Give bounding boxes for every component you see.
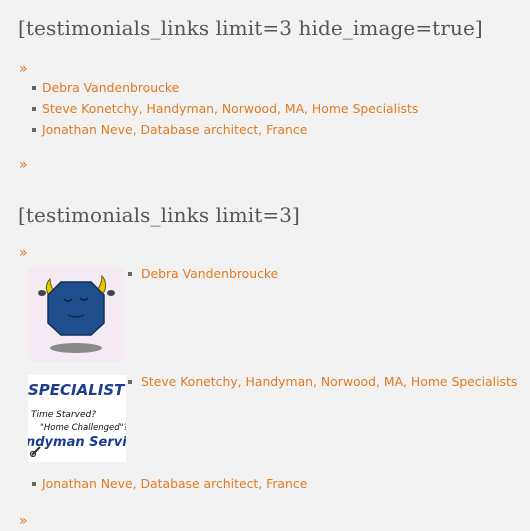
section-heading: [testimonials_links limit=3 hide_image=t… — [18, 16, 483, 40]
list-item: Debra Vandenbroucke — [32, 77, 418, 98]
testimonial-link[interactable]: Jonathan Neve, Database architect, Franc… — [42, 122, 307, 137]
logo-text-line2: Time Starved? — [31, 410, 96, 420]
testimonial-link[interactable]: Jonathan Neve, Database architect, Franc… — [42, 476, 307, 491]
bullet-icon — [32, 128, 36, 132]
cartoon-monster-icon — [28, 267, 124, 362]
more-link-top[interactable]: » — [19, 246, 28, 260]
bullet-icon — [32, 482, 36, 486]
more-link-bottom[interactable]: » — [19, 158, 28, 172]
bullet-icon — [128, 272, 132, 276]
list-item: Steve Konetchy, Handyman, Norwood, MA, H… — [128, 375, 517, 389]
list-item: Steve Konetchy, Handyman, Norwood, MA, H… — [32, 98, 418, 119]
testimonial-thumbnail[interactable] — [28, 267, 124, 362]
testimonial-link[interactable]: Steve Konetchy, Handyman, Norwood, MA, H… — [141, 374, 517, 389]
section-heading: [testimonials_links limit=3] — [18, 203, 300, 227]
more-link-top[interactable]: » — [19, 62, 28, 76]
more-link-bottom[interactable]: » — [19, 514, 28, 528]
logo-text-line3: "Home Challenged"? — [40, 423, 126, 433]
testimonial-link[interactable]: Steve Konetchy, Handyman, Norwood, MA, H… — [42, 101, 418, 116]
testimonial-link[interactable]: Debra Vandenbroucke — [141, 266, 278, 281]
logo-text-line1: SPECIALIST — [28, 381, 126, 399]
testimonial-thumbnail[interactable]: SPECIALIST Time Starved? "Home Challenge… — [28, 375, 126, 462]
home-specialists-logo-icon: SPECIALIST Time Starved? "Home Challenge… — [28, 375, 126, 462]
testimonial-list: Debra Vandenbroucke Steve Konetchy, Hand… — [32, 77, 418, 140]
list-item: Jonathan Neve, Database architect, Franc… — [32, 477, 307, 491]
list-item: Debra Vandenbroucke — [128, 267, 278, 281]
bullet-icon — [32, 107, 36, 111]
bullet-icon — [128, 380, 132, 384]
list-item: Jonathan Neve, Database architect, Franc… — [32, 119, 418, 140]
bullet-icon — [32, 86, 36, 90]
testimonial-link[interactable]: Debra Vandenbroucke — [42, 80, 179, 95]
logo-text-line4: ndyman Servi — [28, 435, 126, 450]
